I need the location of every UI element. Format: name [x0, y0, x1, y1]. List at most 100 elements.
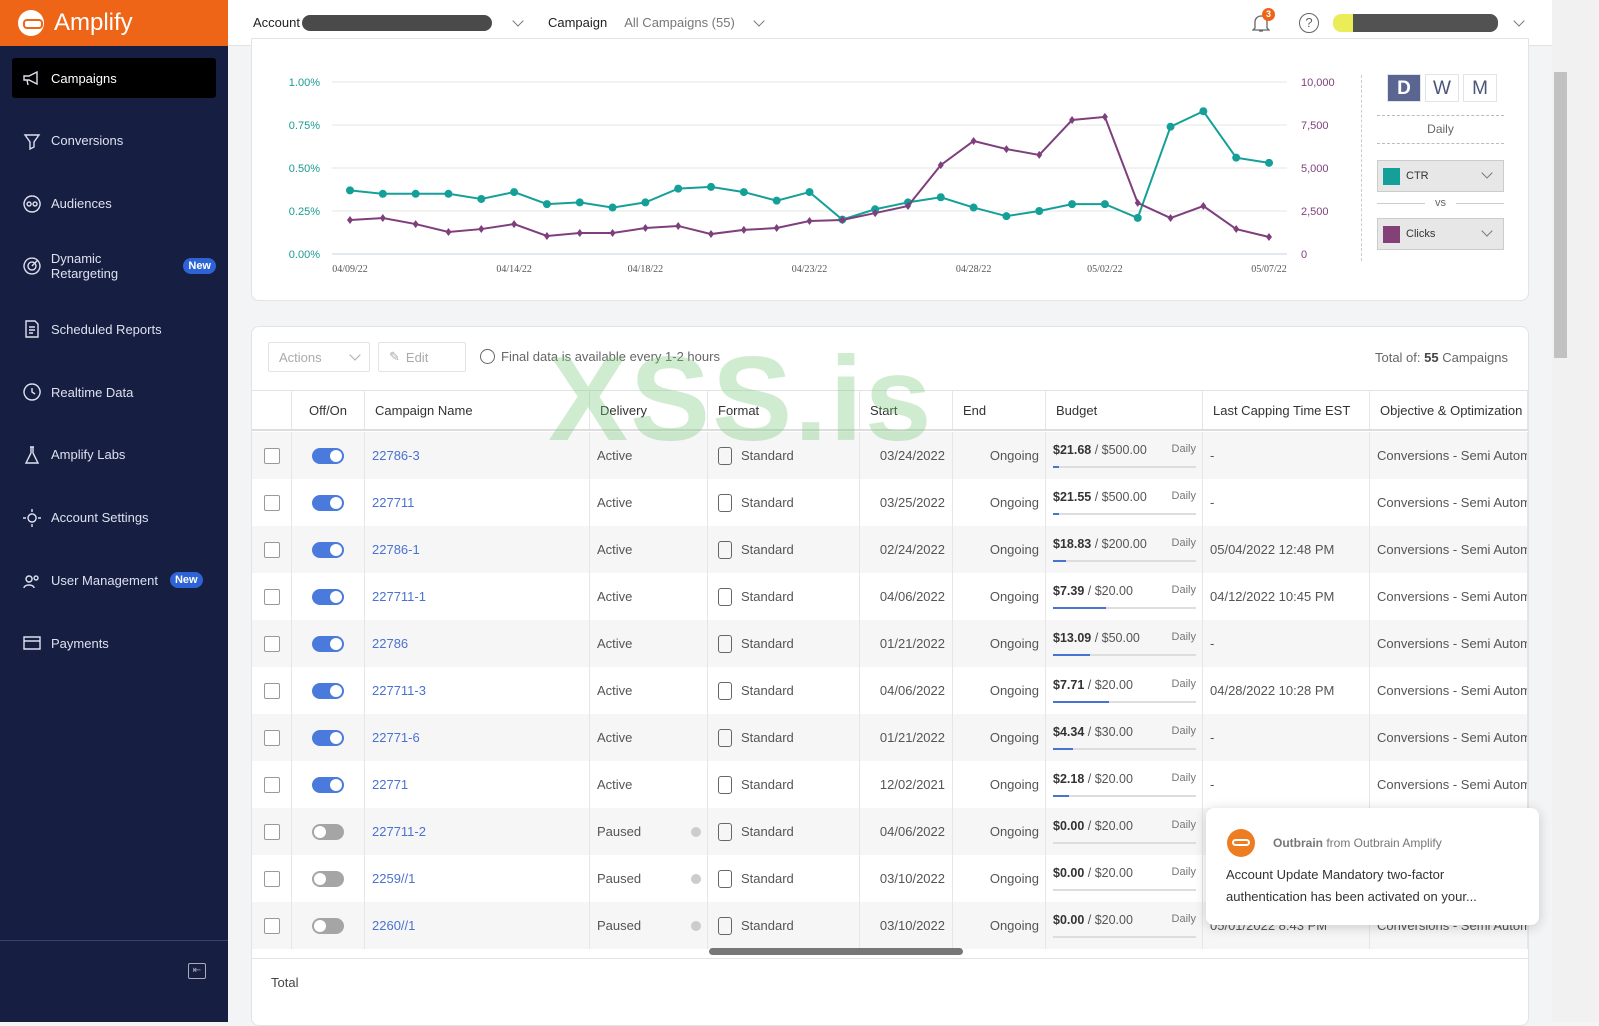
horizontal-scrollbar[interactable] — [709, 948, 963, 955]
account-selector-redacted[interactable] — [301, 14, 492, 31]
table-row[interactable]: 227711-3 Active Standard 04/06/2022 Ongoing $… — [252, 667, 1528, 714]
ctr-point[interactable] — [1232, 153, 1241, 162]
info-icon[interactable] — [691, 826, 701, 837]
campaign-toggle[interactable] — [312, 682, 344, 699]
campaign-toggle[interactable] — [312, 823, 344, 840]
row-checkbox[interactable] — [263, 823, 280, 840]
table-row[interactable]: 227711 Active Standard 03/25/2022 Ongoing $21… — [252, 479, 1528, 526]
metric2-select[interactable]: Clicks — [1377, 218, 1504, 250]
ctr-point[interactable] — [608, 203, 617, 212]
sidebar-item-payments[interactable]: Payments — [12, 623, 216, 663]
campaign-toggle[interactable] — [312, 541, 344, 558]
user-menu-redacted[interactable] — [1333, 14, 1498, 32]
campaign-name-link[interactable]: 2260//1 — [372, 918, 415, 933]
clicks-point[interactable] — [576, 229, 583, 238]
clicks-point[interactable] — [511, 220, 518, 229]
clicks-point[interactable] — [445, 227, 452, 236]
metric1-select[interactable]: CTR — [1377, 160, 1504, 192]
row-checkbox[interactable] — [263, 776, 280, 793]
column-header[interactable]: Campaign Name — [365, 391, 590, 429]
clicks-point[interactable] — [543, 231, 550, 240]
ctr-point[interactable] — [1166, 122, 1175, 131]
column-header[interactable]: End — [953, 391, 1046, 429]
clicks-point[interactable] — [1233, 225, 1240, 234]
ctr-point[interactable] — [674, 184, 683, 193]
ctr-point[interactable] — [378, 189, 387, 198]
row-checkbox[interactable] — [263, 635, 280, 652]
clicks-point[interactable] — [642, 224, 649, 233]
row-checkbox[interactable] — [263, 729, 280, 746]
sidebar-item-realtime-data[interactable]: Realtime Data — [12, 372, 216, 412]
ctr-point[interactable] — [772, 196, 781, 205]
campaign-name-link[interactable]: 227711-3 — [372, 683, 426, 698]
sidebar-item-scheduled-reports[interactable]: Scheduled Reports — [12, 309, 216, 349]
period-button-D[interactable]: D — [1387, 74, 1421, 102]
scrollbar-thumb[interactable] — [1554, 72, 1567, 358]
sidebar-item-amplify-labs[interactable]: Amplify Labs — [12, 435, 216, 475]
clicks-point[interactable] — [609, 229, 616, 238]
campaign-name-link[interactable]: 22771-6 — [372, 730, 420, 745]
ctr-point[interactable] — [542, 200, 551, 209]
campaign-toggle[interactable] — [312, 870, 344, 887]
user-menu-chevron-down-icon[interactable] — [1513, 15, 1525, 27]
campaign-selector[interactable]: All Campaigns (55) — [624, 15, 735, 30]
ctr-point[interactable] — [1035, 207, 1044, 215]
campaign-name-link[interactable]: 22786-3 — [372, 448, 420, 463]
clicks-point[interactable] — [1266, 232, 1272, 241]
brand-logo[interactable]: Amplify — [0, 0, 228, 46]
ctr-point[interactable] — [346, 186, 354, 195]
ctr-point[interactable] — [444, 189, 453, 198]
period-button-W[interactable]: W — [1425, 74, 1459, 102]
clicks-point[interactable] — [379, 214, 386, 223]
row-checkbox[interactable] — [263, 447, 280, 464]
campaign-toggle[interactable] — [312, 494, 344, 511]
page-scrollbar[interactable] — [1552, 0, 1599, 1022]
clicks-point[interactable] — [1200, 202, 1207, 211]
clicks-point[interactable] — [347, 215, 353, 224]
clicks-point[interactable] — [478, 225, 485, 234]
period-button-M[interactable]: M — [1463, 74, 1497, 102]
clicks-point[interactable] — [806, 216, 813, 225]
ctr-point[interactable] — [1133, 213, 1142, 222]
clicks-point[interactable] — [708, 230, 715, 239]
campaign-name-link[interactable]: 22771 — [372, 777, 408, 792]
ctr-point[interactable] — [641, 198, 650, 207]
column-header[interactable]: Budget — [1046, 391, 1203, 429]
ctr-point[interactable] — [575, 198, 584, 207]
row-checkbox[interactable] — [263, 588, 280, 605]
notification-toast[interactable]: Outbrain from Outbrain Amplify Account U… — [1206, 808, 1539, 925]
campaign-chevron-down-icon[interactable] — [753, 14, 765, 27]
campaign-toggle[interactable] — [312, 447, 344, 464]
clicks-point[interactable] — [773, 224, 780, 233]
table-row[interactable]: 22771-6 Active Standard 01/21/2022 Ongoing $4… — [252, 714, 1528, 761]
campaign-toggle[interactable] — [312, 588, 344, 605]
sidebar-item-conversions[interactable]: Conversions — [12, 121, 216, 161]
sidebar-item-campaigns[interactable]: Campaigns — [12, 58, 216, 98]
sidebar-item-audiences[interactable]: Audiences — [12, 184, 216, 224]
column-header[interactable]: Objective & Optimization — [1370, 391, 1528, 429]
ctr-point[interactable] — [1002, 212, 1011, 221]
campaign-toggle[interactable] — [312, 776, 344, 793]
campaign-name-link[interactable]: 227711-1 — [372, 589, 426, 604]
table-row[interactable]: 22786-3 Active Standard 03/24/2022 Ongoing $2… — [252, 432, 1528, 479]
ctr-point[interactable] — [510, 188, 519, 197]
campaign-name-link[interactable]: 22786 — [372, 636, 408, 651]
clicks-point[interactable] — [675, 221, 682, 230]
campaign-toggle[interactable] — [312, 729, 344, 746]
ctr-point[interactable] — [1265, 158, 1273, 167]
collapse-sidebar-icon[interactable]: ⇤ — [188, 963, 206, 979]
column-header[interactable]: Delivery — [590, 391, 708, 429]
ctr-point[interactable] — [969, 203, 978, 212]
campaign-toggle[interactable] — [312, 917, 344, 934]
campaign-toggle[interactable] — [312, 635, 344, 652]
column-header[interactable]: Start — [860, 391, 953, 429]
info-icon[interactable] — [691, 873, 701, 884]
row-checkbox[interactable] — [263, 870, 280, 887]
help-icon[interactable]: ? — [1299, 13, 1319, 33]
sidebar-item-dynamic-retargeting[interactable]: Dynamic Retargeting New — [12, 246, 216, 286]
row-checkbox[interactable] — [263, 541, 280, 558]
clicks-point[interactable] — [970, 136, 977, 145]
row-checkbox[interactable] — [263, 682, 280, 699]
row-checkbox[interactable] — [263, 917, 280, 934]
column-header[interactable]: Format — [708, 391, 860, 429]
